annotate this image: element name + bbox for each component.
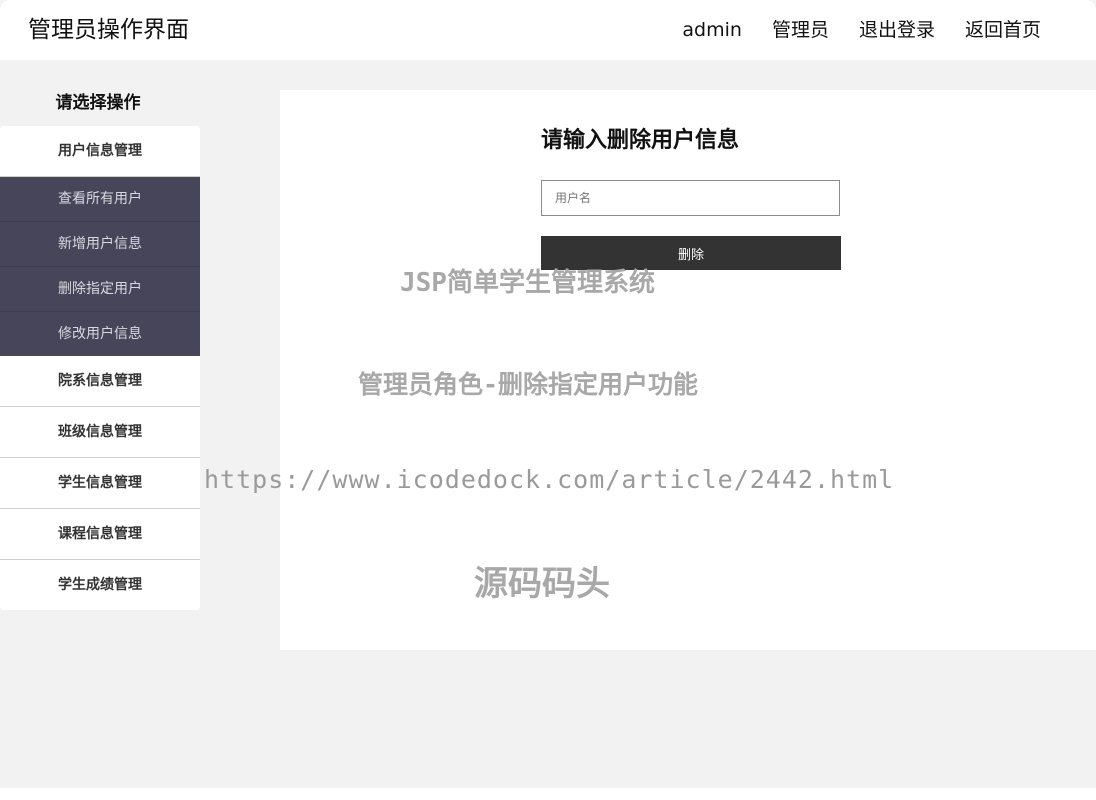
sidebar-title: 请选择操作 xyxy=(55,93,141,113)
top-header: 管理员操作界面 admin 管理员 退出登录 返回首页 xyxy=(0,0,1096,60)
username-input[interactable] xyxy=(541,180,840,216)
submenu-user-management: 查看所有用户 新增用户信息 删除指定用户 修改用户信息 xyxy=(0,177,200,356)
menu-item-delete-user[interactable]: 删除指定用户 xyxy=(0,267,200,312)
nav-home[interactable]: 返回首页 xyxy=(965,15,1041,45)
menu-item-add-user[interactable]: 新增用户信息 xyxy=(0,222,200,267)
menu-group-grade-management[interactable]: 学生成绩管理 xyxy=(0,560,200,610)
nav-username[interactable]: admin xyxy=(682,15,742,45)
app-title: 管理员操作界面 xyxy=(28,17,189,43)
nav-role[interactable]: 管理员 xyxy=(772,15,829,45)
top-nav: admin 管理员 退出登录 返回首页 xyxy=(682,15,1041,45)
menu-group-department-management[interactable]: 院系信息管理 xyxy=(0,356,200,407)
menu-group-student-management[interactable]: 学生信息管理 xyxy=(0,458,200,509)
menu-item-edit-user[interactable]: 修改用户信息 xyxy=(0,312,200,356)
menu-group-course-management[interactable]: 课程信息管理 xyxy=(0,509,200,560)
menu-item-view-all-users[interactable]: 查看所有用户 xyxy=(0,177,200,222)
form-title: 请输入删除用户信息 xyxy=(541,128,740,153)
menu-group-user-management[interactable]: 用户信息管理 xyxy=(0,126,200,177)
sidebar-menu: 用户信息管理 查看所有用户 新增用户信息 删除指定用户 修改用户信息 院系信息管… xyxy=(0,126,200,610)
app-window: 管理员操作界面 admin 管理员 退出登录 返回首页 请选择操作 用户信息管理… xyxy=(0,0,1096,788)
menu-group-class-management[interactable]: 班级信息管理 xyxy=(0,407,200,458)
delete-button[interactable]: 删除 xyxy=(541,236,841,270)
main-panel: 请输入删除用户信息 删除 xyxy=(280,90,1096,650)
nav-logout[interactable]: 退出登录 xyxy=(859,15,935,45)
window-bottom-edge xyxy=(0,788,1096,800)
